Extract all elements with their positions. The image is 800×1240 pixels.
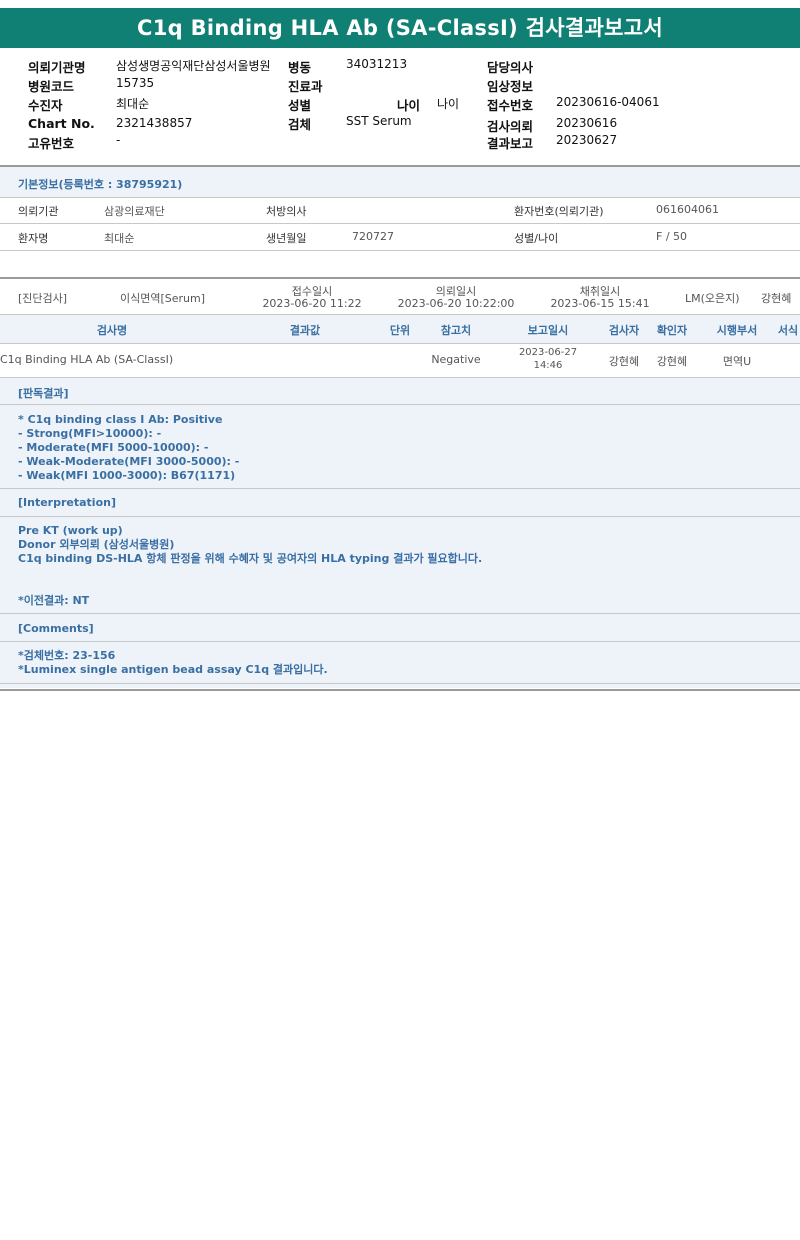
comments-heading: [Comments] — [18, 622, 94, 635]
test-name-cell: C1q Binding HLA Ab (SA-ClassI) — [0, 353, 174, 366]
tester-cell: 강현혜 — [608, 355, 640, 368]
institution-value: 삼성생명공익재단삼성서울병원 — [116, 59, 271, 73]
col-header-tester: 검사자 — [608, 324, 640, 337]
dept-cell: 면역U — [722, 355, 752, 368]
sex-label: 성별 — [288, 98, 312, 113]
birthdate-value: 720727 — [352, 230, 394, 243]
divider — [0, 343, 800, 344]
patient-name-value: 최대순 — [104, 232, 135, 245]
comment-line: *검체번호: 23-156 — [18, 649, 116, 662]
judgement-line: - Strong(MFI>10000): - — [18, 427, 162, 440]
institution-label: 의뢰기관 — [18, 205, 59, 218]
accession-value: 20230616-04061 — [556, 95, 660, 109]
patient-value: 최대순 — [116, 97, 150, 111]
divider — [0, 613, 800, 614]
order-tester: 강현혜 — [761, 292, 792, 305]
chart-no-value: 2321438857 — [116, 116, 193, 130]
patient-name-label: 환자명 — [18, 232, 49, 245]
accession-label: 접수번호 — [487, 98, 534, 113]
institution-value: 삼광의료재단 — [104, 205, 165, 218]
patient-label: 수진자 — [28, 98, 63, 113]
collected-value: 2023-06-15 15:41 — [550, 297, 650, 310]
col-header-reference: 참고치 — [440, 324, 472, 337]
previous-result: *이전결과: NT — [18, 594, 90, 607]
divider — [0, 250, 800, 251]
interpretation-line: Donor 외부의뢰 (삼성서울병원) — [18, 538, 175, 551]
judgement-line: - Weak(MFI 1000-3000): B67(1171) — [18, 469, 236, 482]
report-time-cell: 14:46 — [533, 360, 563, 371]
report-date-cell: 2023-06-27 — [518, 347, 578, 358]
patient-no-label: 환자번호(의뢰기관) — [514, 205, 604, 218]
basic-info-heading: 기본정보(등록번호 : 38795921) — [18, 178, 183, 191]
requested-value: 2023-06-20 10:22:00 — [397, 297, 515, 310]
col-header-confirmer: 확인자 — [656, 324, 688, 337]
judgement-line: - Weak-Moderate(MFI 3000-5000): - — [18, 455, 240, 468]
unique-no-label: 고유번호 — [28, 136, 75, 151]
reference-cell: Negative — [431, 353, 481, 366]
col-header-dept: 시행부서 — [716, 324, 758, 337]
unique-no-value: - — [116, 133, 121, 147]
report-title: C1q Binding HLA Ab (SA-ClassI) 검사결과보고서 — [0, 8, 800, 48]
order-category: [진단검사] — [18, 292, 68, 305]
ward-label: 병동 — [288, 60, 312, 75]
specimen-label: 검체 — [288, 117, 312, 132]
lm-name: LM(오은지) — [685, 292, 740, 305]
ward-value: 34031213 — [346, 57, 408, 71]
age-label: 나이 — [397, 98, 421, 113]
department-label: 진료과 — [288, 79, 323, 94]
hospital-code-label: 병원코드 — [28, 79, 75, 94]
institution-label: 의뢰기관명 — [28, 60, 86, 75]
col-header-form: 서식 — [777, 324, 799, 337]
col-header-test-name: 검사명 — [96, 324, 128, 337]
specimen-value: SST Serum — [346, 114, 412, 128]
hospital-code-value: 15735 — [116, 76, 155, 90]
prescriber-label: 처방의사 — [266, 205, 307, 218]
order-dept: 이식면역[Serum] — [120, 292, 206, 305]
request-date-value: 20230616 — [556, 116, 618, 130]
col-header-unit: 단위 — [389, 324, 411, 337]
sex-age-value: F / 50 — [656, 230, 688, 243]
birthdate-label: 생년월일 — [266, 232, 307, 245]
confirmer-cell: 강현혜 — [656, 355, 688, 368]
age-value: 나이 — [437, 97, 460, 111]
report-date-label: 결과보고 — [487, 136, 534, 151]
interpretation-line: C1q binding DS-HLA 항체 판정을 위해 수혜자 및 공여자의 … — [18, 552, 483, 565]
judgement-heading: [판독결과] — [18, 387, 69, 400]
divider — [0, 197, 800, 198]
attending-doctor-label: 담당의사 — [487, 60, 534, 75]
divider — [0, 223, 800, 224]
divider — [0, 683, 800, 684]
divider — [0, 277, 800, 279]
chart-no-label: Chart No. — [28, 116, 95, 131]
col-header-result: 결과값 — [289, 324, 321, 337]
clinical-info-label: 임상정보 — [487, 79, 534, 94]
divider — [0, 488, 800, 489]
divider — [0, 404, 800, 405]
divider — [0, 641, 800, 642]
report-date-value: 20230627 — [556, 133, 618, 147]
patient-no-value: 061604061 — [656, 203, 719, 216]
divider — [0, 516, 800, 517]
col-header-report-date: 보고일시 — [527, 324, 569, 337]
judgement-line: * C1q binding class I Ab: Positive — [18, 413, 223, 426]
received-value: 2023-06-20 11:22 — [262, 297, 362, 310]
divider — [0, 689, 800, 691]
interpretation-heading: [Interpretation] — [18, 496, 116, 509]
judgement-line: - Moderate(MFI 5000-10000): - — [18, 441, 209, 454]
comment-line: *Luminex single antigen bead assay C1q 결… — [18, 663, 328, 676]
interpretation-line: Pre KT (work up) — [18, 524, 123, 537]
sex-age-label: 성별/나이 — [514, 232, 559, 245]
